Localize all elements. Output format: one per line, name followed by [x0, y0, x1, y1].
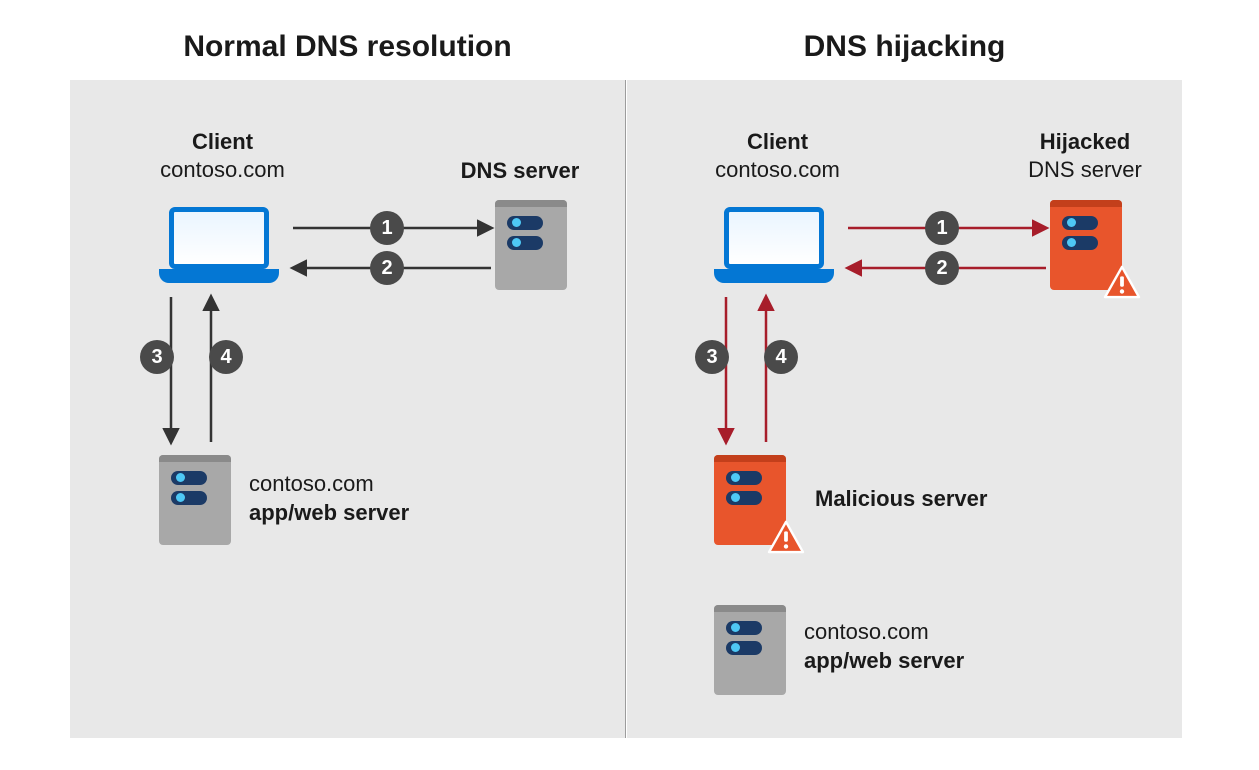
left-client-domain: contoso.com [160, 157, 285, 182]
right-realserver-domain: contoso.com [804, 619, 929, 644]
title-hijacking: DNS hijacking [627, 30, 1182, 64]
warning-icon [1103, 265, 1141, 299]
left-appserver-label: contoso.com app/web server [249, 470, 409, 527]
server-icon [714, 605, 786, 695]
server-icon [159, 455, 231, 545]
right-client-domain: contoso.com [715, 157, 840, 182]
right-dns-server-text: DNS server [1028, 157, 1142, 182]
step-badge: 1 [370, 211, 404, 245]
left-client-title: Client [192, 129, 253, 154]
left-dns-server-text: DNS server [461, 158, 580, 183]
laptop-icon [714, 207, 834, 287]
step-badge: 3 [140, 340, 174, 374]
step-badge: 4 [764, 340, 798, 374]
step-badge: 4 [209, 340, 243, 374]
step-badge: 2 [925, 251, 959, 285]
right-client-label: Client contoso.com [690, 128, 865, 183]
right-dns-hijacked: Hijacked [1040, 129, 1131, 154]
right-dns-label: Hijacked DNS server [1000, 128, 1170, 183]
step-badge: 1 [925, 211, 959, 245]
right-client-title: Client [747, 129, 808, 154]
right-malicious-label: Malicious server [815, 485, 987, 514]
laptop-icon [159, 207, 279, 287]
left-appserver-role: app/web server [249, 500, 409, 525]
warning-icon [767, 520, 805, 554]
left-appserver-domain: contoso.com [249, 471, 374, 496]
step-badge: 3 [695, 340, 729, 374]
left-dns-label: DNS server [445, 157, 595, 185]
step-badge: 2 [370, 251, 404, 285]
server-icon [495, 200, 567, 290]
right-realserver-role: app/web server [804, 648, 964, 673]
left-client-label: Client contoso.com [135, 128, 310, 183]
title-normal: Normal DNS resolution [70, 30, 625, 64]
right-realserver-label: contoso.com app/web server [804, 618, 964, 675]
